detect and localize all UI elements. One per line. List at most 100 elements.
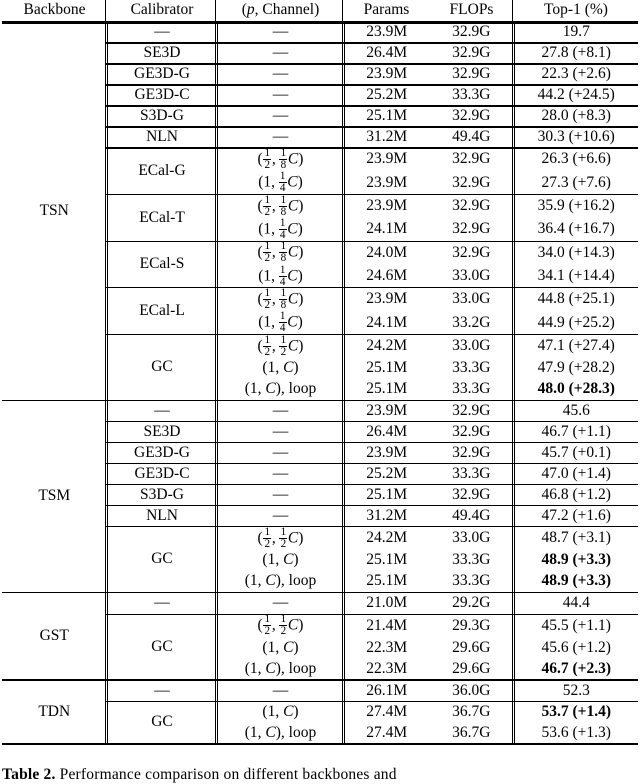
table-rule [105, 421, 638, 423]
calibrator-label: — [154, 23, 170, 41]
pchannel-cell: (1, C) [217, 701, 345, 723]
caption-label: Table 2. [2, 766, 56, 783]
calibrator-label: S3D-G [140, 107, 184, 125]
params-cell: 27.4M [366, 702, 408, 720]
pchannel-cell: (1, C) [217, 550, 345, 572]
pchannel-cell: — [217, 421, 345, 443]
table-rule [105, 287, 638, 289]
header-row: Backbone Calibrator (p, Channel) Params … [2, 0, 638, 22]
pchannel-cell: (1, C) [217, 357, 345, 379]
flops-cell: 33.2G [429, 311, 515, 335]
top1-cell: 34.0 (+14.3) [537, 243, 615, 261]
params-cell: 27.4M [366, 723, 408, 741]
top1-cell: 27.8 (+8.1) [541, 44, 611, 62]
top1-cell: 34.1 (+14.4) [537, 267, 615, 284]
calibrator-label: SE3D [143, 423, 181, 441]
params-cell: 24.6M [366, 267, 408, 284]
top1-cell: 47.0 (+1.4) [541, 465, 611, 483]
calibrator-cell: GC [107, 526, 218, 593]
top1-cell-best: 48.9 (+3.3) [541, 551, 612, 569]
calibrator-cell: — [107, 679, 218, 702]
pchannel-cell: (1, 1 4 C) [217, 217, 345, 242]
pchannel-cell: — [217, 64, 345, 85]
params-cell: 25.1M [366, 572, 408, 590]
calibrator-cell: GE3D-C [107, 463, 218, 485]
params-cell: 25.2M [366, 86, 408, 104]
calibrator-cell: GC [107, 334, 218, 401]
column-header-flops: FLOPs [449, 1, 494, 19]
pchannel-cell: (1, C), loop [217, 658, 345, 680]
flops-cell: 33.0G [429, 334, 515, 358]
table-rule [105, 505, 638, 507]
top1-cell: 52.3 [514, 679, 638, 702]
table-row: TSN — —23.9M 32.9G 19.7 [2, 21, 638, 401]
flops-cell: 49.4G [429, 505, 515, 527]
table-rule [2, 20, 638, 23]
calibrator-label: GE3D-C [134, 86, 190, 104]
params-cell: 24.1M [366, 313, 408, 331]
pchannel-cell: — [217, 463, 345, 485]
params-cell: 26.4M [366, 44, 408, 62]
table-rule [105, 126, 638, 128]
top1-cell: 45.6 [514, 399, 638, 422]
params-cell: 25.2M [366, 465, 408, 483]
column-header-calibrator: Calibrator [130, 1, 194, 19]
pchannel-cell: (1, C), loop [217, 571, 345, 593]
flops-cell: 33.3G [429, 463, 515, 485]
params-cell: 23.9M [344, 21, 429, 43]
pchannel-cell: (1, 1 4 C) [217, 171, 345, 195]
flops-cell: 33.3G [429, 85, 515, 106]
top1-cell: 45.5 (+1.1) [541, 616, 611, 634]
table-rule [105, 63, 638, 65]
top1-cell: 46.8 (+1.2) [541, 486, 611, 504]
pchannel-cell: — [217, 106, 345, 127]
backbone-label: GST [39, 627, 69, 645]
table-rule [105, 613, 638, 615]
top1-cell-best: 48.0 (+28.3) [537, 380, 615, 398]
calibrator-label: SE3D [143, 44, 181, 62]
calibrator-cell: ECal-S [107, 241, 218, 288]
table-column-rule [342, 0, 344, 744]
top1-cell: 47.2 (+1.6) [541, 507, 611, 525]
top1-cell-best: 48.9 (+3.3) [541, 572, 612, 590]
flops-cell: 33.3G [429, 357, 515, 379]
table-column-rule [105, 0, 107, 744]
params-cell: 22.3M [366, 659, 408, 677]
params-cell: 25.1M [366, 486, 408, 504]
params-cell: 21.0M [344, 592, 429, 615]
table-rule [105, 105, 638, 107]
top1-cell: 44.4 [514, 592, 638, 615]
params-cell: 31.2M [366, 128, 408, 146]
pchannel-cell: — [217, 505, 345, 527]
flops-cell: 29.2G [429, 592, 515, 615]
calibrator-label: — [154, 594, 170, 612]
params-cell: 24.2M [366, 336, 408, 354]
calibrator-cell: S3D-G [107, 106, 218, 127]
pchannel-cell: (1, C), loop [217, 378, 345, 401]
flops-cell: 29.3G [429, 614, 515, 638]
calibrator-cell: — [107, 592, 218, 615]
params-cell: 31.2M [366, 507, 408, 525]
flops-cell: 32.9G [429, 43, 515, 64]
flops-cell: 32.9G [429, 484, 515, 506]
calibrator-cell: S3D-G [107, 484, 218, 506]
flops-cell: 36.7G [429, 701, 515, 723]
calibrator-cell: ECal-G [107, 148, 218, 195]
performance-comparison-table: Backbone Calibrator (p, Channel) Params … [2, 0, 638, 744]
calibrator-cell: NLN [107, 127, 218, 148]
table-body: TSN — —23.9M 32.9G 19.7 SE3D —26.4M 32.9G 27.8 (… [2, 21, 638, 744]
table-rule [105, 484, 638, 486]
pchannel-cell: (1 2, 1 8 C) [217, 194, 345, 218]
params-cell: 26.1M [344, 679, 429, 702]
flops-cell: 49.4G [429, 127, 515, 148]
table-rule [105, 194, 638, 196]
calibrator-label: GC [151, 550, 173, 568]
pchannel-cell: — [217, 679, 345, 702]
pchannel-cell: — [217, 442, 345, 464]
top1-cell: 45.6 (+1.2) [541, 638, 611, 656]
table-rule [2, 679, 638, 681]
table-row: TSM — —23.9M 32.9G 45.6 [2, 399, 638, 593]
params-cell: 25.1M [366, 380, 408, 398]
flops-cell: 33.0G [429, 264, 515, 288]
flops-cell: 33.3G [429, 571, 515, 593]
